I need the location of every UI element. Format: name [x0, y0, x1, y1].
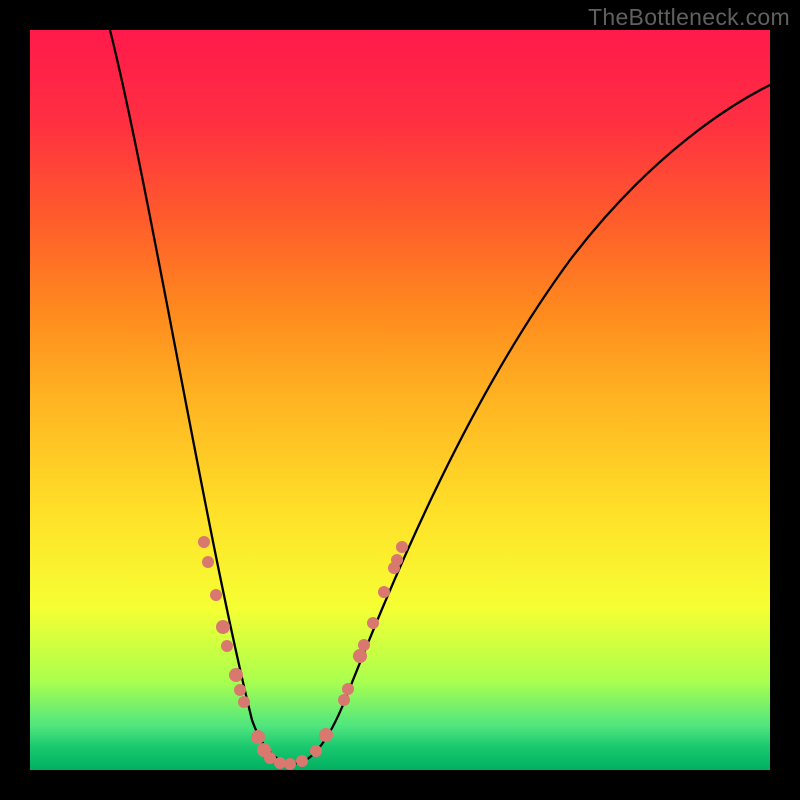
data-point	[358, 639, 370, 651]
data-point	[353, 649, 367, 663]
data-point	[198, 536, 210, 548]
data-point	[391, 554, 403, 566]
data-point	[216, 620, 230, 634]
data-point	[378, 586, 390, 598]
curve-layer	[30, 30, 770, 770]
data-point	[202, 556, 214, 568]
data-point	[284, 758, 296, 770]
data-point	[310, 745, 322, 757]
data-point	[367, 617, 379, 629]
data-point	[396, 541, 408, 553]
data-point	[229, 668, 243, 682]
data-point	[221, 640, 233, 652]
plot-area	[30, 30, 770, 770]
data-point	[234, 684, 246, 696]
data-point	[338, 694, 350, 706]
bottleneck-curve	[110, 30, 770, 763]
data-point	[251, 730, 265, 744]
data-point	[210, 589, 222, 601]
data-point	[296, 755, 308, 767]
data-point	[238, 696, 250, 708]
data-point	[319, 728, 333, 742]
data-markers	[198, 536, 408, 770]
watermark-text: TheBottleneck.com	[588, 4, 790, 31]
data-point	[342, 683, 354, 695]
chart-container: TheBottleneck.com	[0, 0, 800, 800]
